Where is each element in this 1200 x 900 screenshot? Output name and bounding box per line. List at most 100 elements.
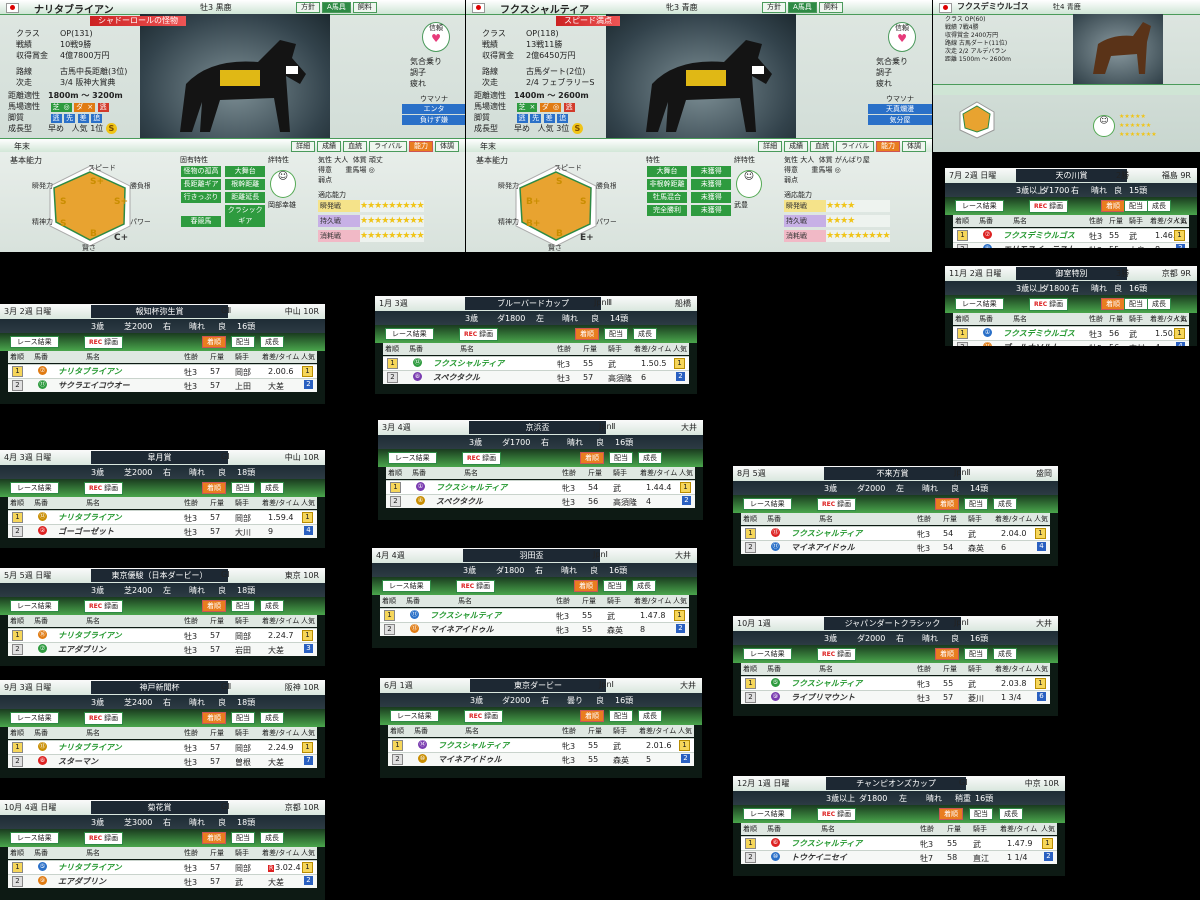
tab-detail[interactable]: 詳細	[758, 141, 783, 152]
trait-chip[interactable]: 大舞台	[647, 166, 687, 177]
record-button[interactable]: 録画	[84, 712, 124, 725]
trait-chip[interactable]: 距離延長	[225, 192, 266, 203]
tab-policy[interactable]: 方針	[296, 2, 320, 13]
trait-chip[interactable]: 牡馬混合	[647, 192, 687, 203]
table-row[interactable]: 2 ⑨ エアダブリン 牡3 57 武 大差 2	[8, 874, 317, 888]
payout-button[interactable]: 配当	[964, 498, 988, 510]
table-row[interactable]: 2 ⑪ ブールナソルト 牡5 56 東村 4 4	[953, 340, 1189, 346]
table-row[interactable]: 2 ⑧ スペクタクル 牡3 57 高須隆 6 2	[383, 370, 689, 384]
table-row[interactable]: 1 ⑤ フクスシャルティア 牝3 55 武 2.03.8 1	[741, 676, 1050, 690]
tab-results[interactable]: 成績	[317, 141, 342, 152]
order-button[interactable]: 着順	[1101, 200, 1125, 212]
table-row[interactable]: 2 ⑧ エリモスイーテスト 牡3 55 大島 8 2	[953, 242, 1189, 248]
growth-button[interactable]: 成長	[260, 482, 284, 494]
tab-ability[interactable]: 能力	[409, 141, 433, 152]
table-row[interactable]: 1 ⑪ フクスシャルティア 牝3 55 武 1.47.8 1	[380, 608, 689, 622]
order-button[interactable]: 着順	[935, 498, 959, 510]
trait-chip[interactable]: 怪物の孤高	[181, 166, 221, 177]
record-button[interactable]: 録画	[1029, 298, 1069, 311]
order-button[interactable]: 着順	[939, 808, 963, 820]
tab-pedigree[interactable]: 血統	[810, 141, 835, 152]
order-button[interactable]: 着順	[202, 712, 226, 724]
trait-chip[interactable]: 未獲得	[691, 205, 732, 216]
order-button[interactable]: 着順	[580, 710, 604, 722]
table-row[interactable]: 1 ⑦ フクスデミウルゴス 牡3 55 武 1.46.1 1	[953, 228, 1189, 242]
payout-button[interactable]: 配当	[969, 808, 993, 820]
tab-ability[interactable]: 能力	[876, 141, 900, 152]
tab-condition[interactable]: 体調	[902, 141, 926, 152]
record-button[interactable]: 録画	[459, 328, 499, 341]
payout-button[interactable]: 配当	[231, 712, 255, 724]
growth-button[interactable]: 成長	[633, 328, 657, 340]
order-button[interactable]: 着順	[935, 648, 959, 660]
record-button[interactable]: 録画	[462, 452, 502, 465]
table-row[interactable]: 2 ② ゴーゴーゼット 牡3 57 大川 9 4	[8, 524, 317, 538]
record-button[interactable]: 録画	[817, 498, 857, 511]
order-button[interactable]: 着順	[202, 482, 226, 494]
growth-button[interactable]: 成長	[260, 600, 284, 612]
growth-button[interactable]: 成長	[638, 710, 662, 722]
record-button[interactable]: 録画	[464, 710, 504, 723]
payout-button[interactable]: 配当	[231, 832, 255, 844]
growth-button[interactable]: 成長	[1147, 298, 1171, 310]
table-row[interactable]: 2 ⑧ スターマン 牡3 57 曽根 大差 7	[8, 754, 317, 768]
record-button[interactable]: 録画	[1029, 200, 1069, 213]
trait-chip[interactable]: 春競馬	[181, 216, 221, 227]
growth-button[interactable]: 成長	[260, 832, 284, 844]
table-row[interactable]: 2 ⑦ エアダブリン 牡3 57 岩田 大差 3	[8, 642, 317, 656]
table-row[interactable]: 2 ⑩ トウケイニセイ 牡7 58 直江 1 1/4 2	[741, 850, 1057, 864]
trait-chip[interactable]: 大舞台	[225, 166, 266, 177]
tab-rival[interactable]: ライバル	[836, 141, 874, 152]
table-row[interactable]: 1 ⑯ ナリタブライアン 牡3 57 岡部 2.24.7 1	[8, 628, 317, 642]
payout-button[interactable]: 配当	[609, 710, 633, 722]
table-row[interactable]: 2 ⑪ サクラエイコウオー 牡3 57 上田 大差 2	[8, 378, 317, 392]
growth-button[interactable]: 成長	[638, 452, 662, 464]
payout-button[interactable]: 配当	[1124, 200, 1148, 212]
table-row[interactable]: 2 ⑬ マイネアイドゥル 牝3 55 森英 8 2	[380, 622, 689, 636]
payout-button[interactable]: 配当	[231, 482, 255, 494]
table-row[interactable]: 1 ⑦ ナリタブライアン 牡3 57 岡部 2.00.6 1	[8, 364, 317, 378]
table-row[interactable]: 1 ① フクスデミウルゴス 牡3 56 武 1.50.4 1	[953, 326, 1189, 340]
tab-equipment[interactable]: A馬具	[788, 2, 817, 13]
trait-chip[interactable]: 未獲得	[691, 192, 732, 203]
table-row[interactable]: 2 ⑪ マイネアイドゥル 牝3 54 森英 6 4	[741, 540, 1050, 554]
payout-button[interactable]: 配当	[231, 600, 255, 612]
payout-button[interactable]: 配当	[1124, 298, 1148, 310]
table-row[interactable]: 1 ⑭ フクスシャルティア 牝3 55 武 2.01.6 1	[388, 738, 694, 752]
record-button[interactable]: 録画	[817, 648, 857, 661]
tab-equipment[interactable]: A馬具	[322, 2, 351, 13]
trait-chip[interactable]: 未獲得	[691, 166, 732, 177]
order-button[interactable]: 着順	[575, 328, 599, 340]
table-row[interactable]: 2 ④ スペクタクル 牡3 56 高須隆 4 2	[386, 494, 695, 508]
tab-pedigree[interactable]: 血統	[343, 141, 368, 152]
tab-condition[interactable]: 体調	[435, 141, 459, 152]
growth-button[interactable]: 成長	[260, 336, 284, 348]
order-button[interactable]: 着順	[202, 600, 226, 612]
trait-chip[interactable]: 行きっぷり	[181, 192, 221, 203]
trait-chip[interactable]: 非根幹距離	[647, 179, 687, 190]
order-button[interactable]: 着順	[202, 336, 226, 348]
table-row[interactable]: 1 ⑥ フクスシャルティア 牝3 55 武 1.47.9 1	[741, 836, 1057, 850]
trait-chip[interactable]: 長距離ギア	[181, 179, 221, 190]
order-button[interactable]: 着順	[574, 580, 598, 592]
tab-policy[interactable]: 方針	[762, 2, 786, 13]
growth-button[interactable]: 成長	[999, 808, 1023, 820]
trait-chip[interactable]: 完全勝利	[647, 205, 687, 216]
payout-button[interactable]: 配当	[604, 328, 628, 340]
growth-button[interactable]: 成長	[993, 498, 1017, 510]
payout-button[interactable]: 配当	[603, 580, 627, 592]
record-button[interactable]: 録画	[817, 808, 857, 821]
growth-button[interactable]: 成長	[993, 648, 1017, 660]
trait-chip[interactable]: 未獲得	[691, 179, 732, 190]
record-button[interactable]: 録画	[84, 832, 124, 845]
table-row[interactable]: 1 ⑫ フクスシャルティア 牝3 55 武 1.50.5 1	[383, 356, 689, 370]
order-button[interactable]: 着順	[1101, 298, 1125, 310]
table-row[interactable]: 1 ① フクスシャルティア 牝3 54 武 1.44.4 1	[386, 480, 695, 494]
table-row[interactable]: 2 ⑨ ライブリマウント 牡3 57 菱川 1 3/4 6	[741, 690, 1050, 704]
order-button[interactable]: 着順	[202, 832, 226, 844]
growth-button[interactable]: 成長	[632, 580, 656, 592]
table-row[interactable]: 2 ⑩ マイネアイドゥル 牝3 55 森英 5 2	[388, 752, 694, 766]
record-button[interactable]: 録画	[84, 482, 124, 495]
growth-button[interactable]: 成長	[260, 712, 284, 724]
table-row[interactable]: 1 ⑤ ナリタブライアン 牡3 57 岡部 R 3.02.4 1	[8, 860, 317, 874]
